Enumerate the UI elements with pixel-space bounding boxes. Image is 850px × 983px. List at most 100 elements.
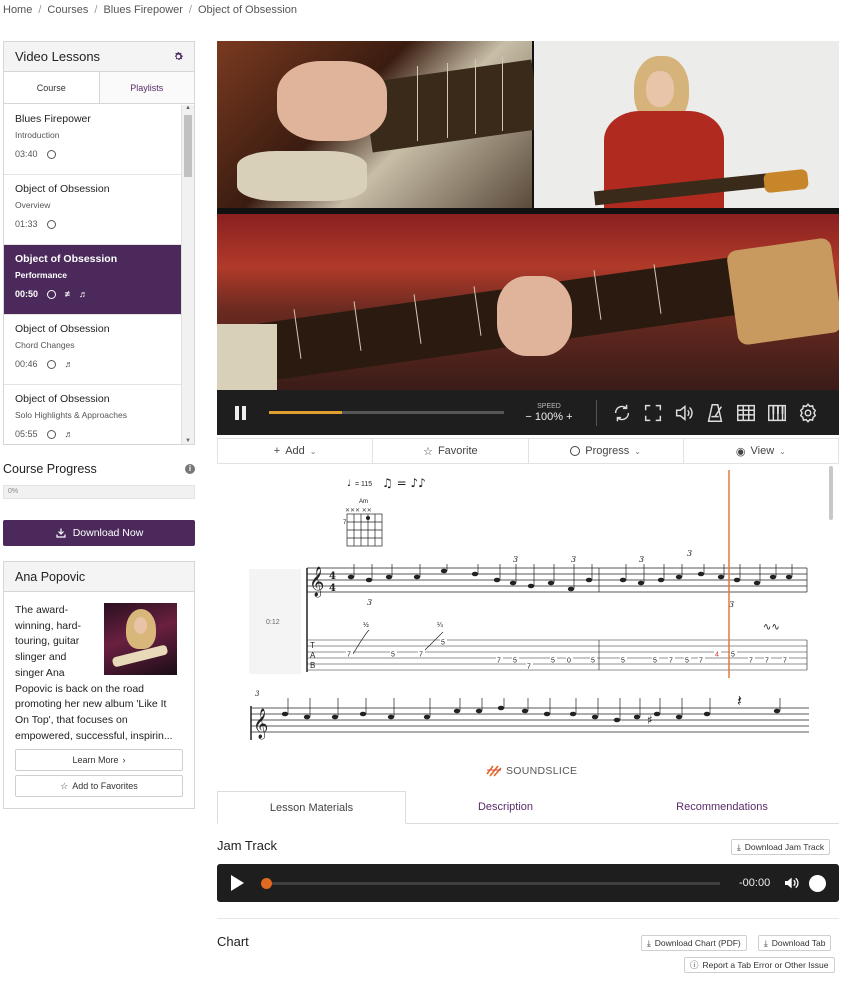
lesson-item-active[interactable]: Object of Obsession Performance 00:50 ≠ ♬ [4, 245, 182, 315]
tab-description[interactable]: Description [406, 791, 605, 823]
lesson-subtitle: Performance [15, 270, 67, 280]
add-button[interactable]: + Add ⌄ [218, 439, 374, 463]
speed-decrease-button[interactable]: − [525, 411, 531, 423]
svg-text:4: 4 [329, 583, 336, 594]
scroll-down-icon[interactable]: ▼ [185, 438, 191, 444]
triplet-mark: 3 [571, 555, 576, 564]
download-tab-button[interactable]: ⤓ Download Tab [758, 935, 832, 951]
tab-course[interactable]: Course [4, 72, 99, 103]
chord-name: Am [359, 499, 368, 505]
note-head [440, 568, 448, 574]
download-chart-pdf-label: Download Chart (PDF) [654, 938, 741, 948]
tab-number: 5 [731, 652, 735, 659]
sheet-music-notation[interactable]: ♩ = 115 ♫ = ♪♪ Am 7 ✕✕✕ ✕✕ 0:12 𝄞 4 4 3 [217, 466, 839, 740]
svg-text:𝄞: 𝄞 [253, 708, 268, 740]
report-issue-button[interactable]: ⓘ Report a Tab Error or Other Issue [684, 957, 835, 973]
plus-icon: + [273, 445, 281, 457]
lesson-item[interactable]: Object of Obsession Solo Highlights & Ap… [4, 385, 182, 444]
player-controls: SPEED − 100% + [217, 390, 839, 435]
download-icon [56, 528, 66, 538]
fretboard-icon[interactable] [735, 402, 757, 424]
note-head [423, 714, 431, 720]
tab-number: 7 [749, 658, 753, 665]
soundslice-logo[interactable]: SOUNDSLICE [486, 764, 577, 778]
download-chart-pdf-button[interactable]: ⤓ Download Chart (PDF) [641, 935, 747, 951]
loop-icon[interactable] [611, 402, 633, 424]
course-progress: Course Progress i 0% [3, 462, 195, 499]
note-head [785, 574, 793, 580]
volume-icon[interactable] [673, 402, 695, 424]
gear-icon[interactable] [173, 51, 184, 62]
seek-bar[interactable] [269, 411, 504, 414]
tab-lesson-materials[interactable]: Lesson Materials [217, 791, 406, 824]
lesson-item[interactable]: Object of Obsession Overview 01:33 [4, 175, 182, 245]
chevron-right-icon: › [122, 755, 126, 765]
video-lessons-tabs: Course Playlists [4, 72, 194, 104]
tab-number: 5 [391, 652, 395, 659]
note-head [331, 714, 339, 720]
tab-number: 5 [441, 640, 445, 647]
note-head [359, 711, 367, 717]
breadcrumb-courses[interactable]: Courses [47, 4, 88, 16]
piano-icon[interactable] [766, 402, 788, 424]
add-to-favorites-button[interactable]: ☆ Add to Favorites [15, 775, 183, 797]
view-button[interactable]: ◉ View ⌄ [684, 439, 838, 463]
speed-control[interactable]: SPEED − 100% + [524, 403, 574, 423]
note-head [633, 714, 641, 720]
music-note-icon: ♬ [64, 359, 74, 369]
chevron-down-icon: ⌄ [309, 446, 317, 456]
speed-increase-button[interactable]: + [566, 411, 572, 423]
tab-letter: A [310, 651, 316, 660]
lesson-duration: 00:50 [15, 289, 39, 299]
add-to-favorites-label: Add to Favorites [72, 781, 138, 791]
note-head [547, 580, 555, 586]
video-lessons-title: Video Lessons [15, 49, 101, 64]
breadcrumb-home[interactable]: Home [3, 4, 32, 16]
tab-number: 5 [551, 658, 555, 665]
scrollbar-thumb[interactable] [184, 115, 192, 177]
pause-icon[interactable] [235, 405, 249, 420]
tab-letter: T [310, 641, 315, 650]
volume-icon[interactable] [782, 875, 800, 891]
video-player[interactable] [217, 41, 839, 390]
metronome-icon[interactable] [704, 402, 726, 424]
favorite-button[interactable]: ☆ Favorite [373, 439, 529, 463]
lesson-list-scrollbar[interactable]: ▲ ▼ [181, 105, 194, 444]
settings-icon[interactable] [797, 402, 819, 424]
breadcrumb-course[interactable]: Blues Firepower [103, 4, 182, 16]
tab-number: 7 [699, 658, 703, 665]
triplet-mark: 3 [513, 555, 518, 564]
video-pane-fretting-hand [217, 214, 839, 390]
download-icon: ⤓ [647, 937, 651, 948]
info-icon[interactable]: i [185, 464, 195, 474]
tab-number: 7 [765, 658, 769, 665]
lesson-item[interactable]: Blues Firepower Introduction 03:40 [4, 105, 182, 175]
audio-seek-knob[interactable] [261, 877, 272, 889]
notation-scrollbar[interactable] [829, 466, 833, 520]
note-head [475, 708, 483, 714]
audio-seek-bar[interactable] [261, 877, 720, 889]
note-head [697, 571, 705, 577]
progress-button[interactable]: Progress ⌄ [529, 439, 684, 463]
fullscreen-icon[interactable] [642, 402, 664, 424]
download-now-button[interactable]: Download Now [3, 520, 195, 546]
download-jam-track-button[interactable]: ⤓ Download Jam Track [731, 839, 831, 855]
tab-numbers: 7 5 7 5 7 5 7 5 0 5 5 5 7 5 7 4 5 7 7 7 [346, 637, 789, 671]
play-icon[interactable] [231, 875, 244, 891]
speed-gauge-icon[interactable] [809, 874, 827, 892]
progress-circle-icon [46, 219, 56, 229]
note-head [453, 708, 461, 714]
learn-more-button[interactable]: Learn More › [15, 749, 183, 771]
tab-playlists[interactable]: Playlists [98, 72, 194, 104]
music-staff [250, 706, 809, 740]
tab-recommendations[interactable]: Recommendations [605, 791, 839, 823]
add-label: Add [285, 445, 305, 457]
scroll-up-icon[interactable]: ▲ [185, 105, 191, 111]
lesson-item[interactable]: Object of Obsession Chord Changes 00:46 ♬ [4, 315, 182, 385]
progress-circle-icon [46, 149, 56, 159]
note-head [657, 577, 665, 583]
progress-circle-icon [46, 359, 56, 369]
tab-number: 7 [419, 652, 423, 659]
learn-more-label: Learn More [72, 755, 119, 765]
tempo-mark: = 115 [355, 481, 372, 488]
